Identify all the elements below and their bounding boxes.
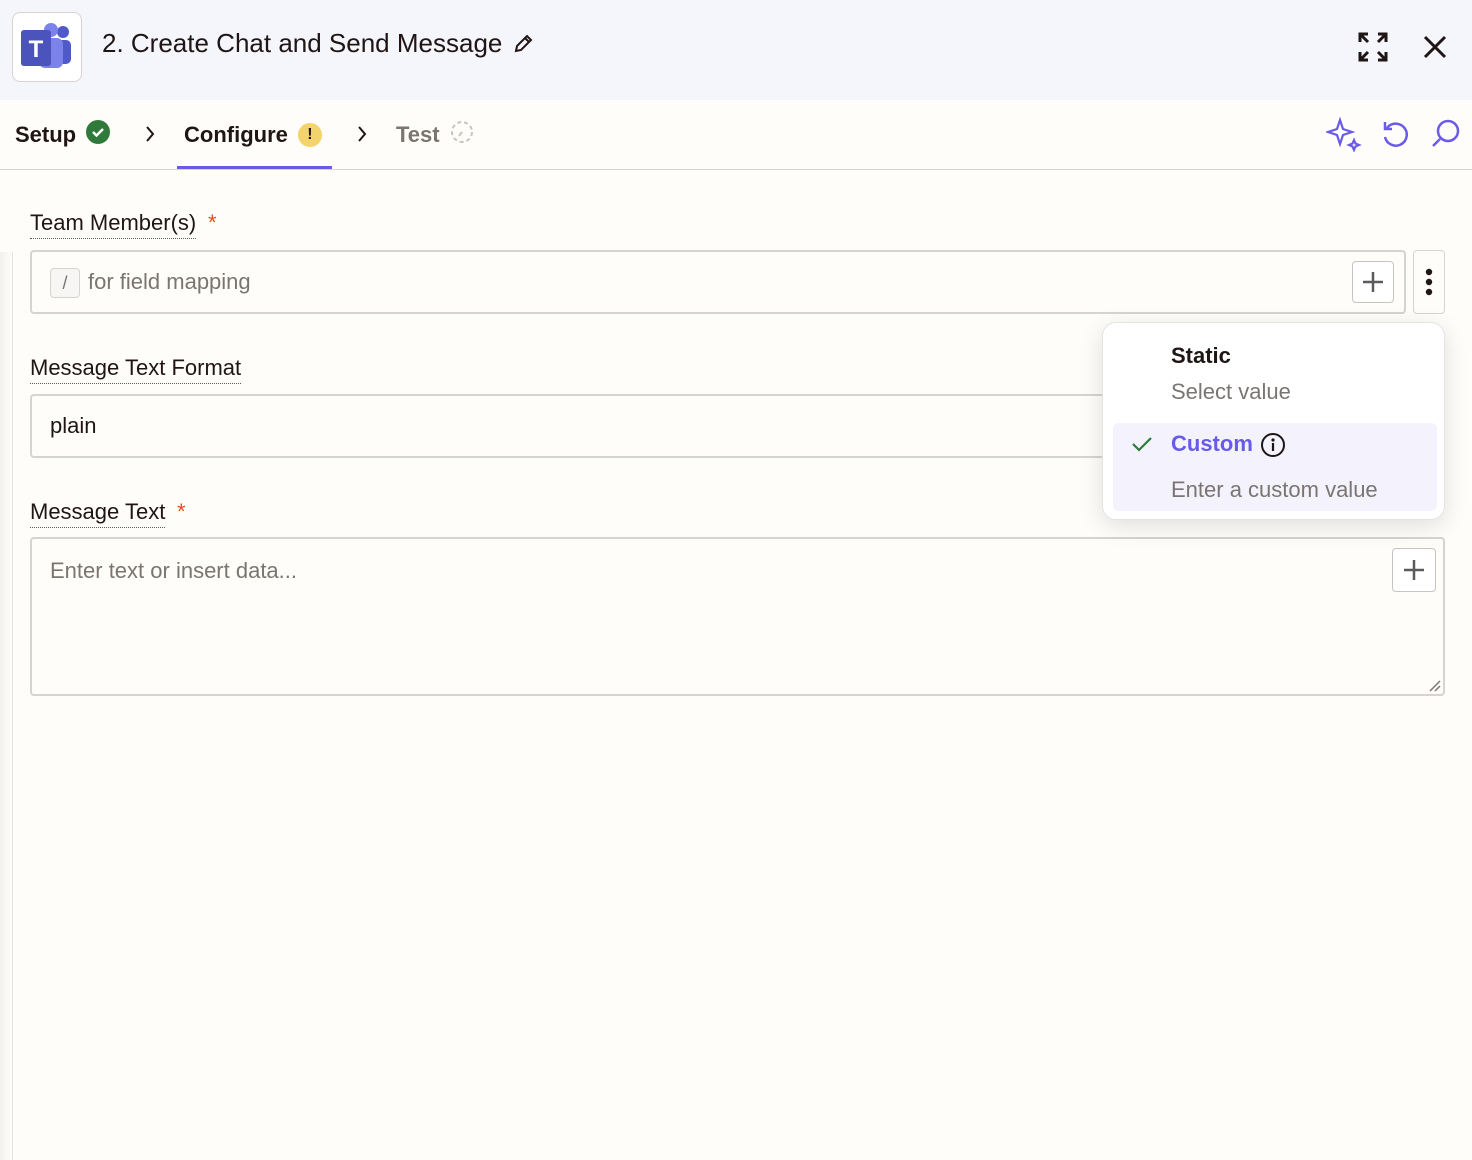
step-title-group: 2. Create Chat and Send Message xyxy=(102,28,534,59)
plus-icon xyxy=(1404,560,1424,580)
left-rail xyxy=(0,252,13,1160)
required-marker: * xyxy=(177,499,186,524)
sparkle-icon[interactable] xyxy=(1326,116,1362,152)
svg-text:T: T xyxy=(29,36,44,63)
team-members-label: Team Member(s) xyxy=(30,210,197,239)
option-static-title: Static xyxy=(1171,343,1231,368)
more-vertical-icon xyxy=(1425,268,1433,296)
insert-data-button[interactable] xyxy=(1392,548,1436,592)
option-custom-subtitle: Enter a custom value xyxy=(1171,477,1378,502)
edit-pencil-icon[interactable] xyxy=(512,33,534,55)
team-members-placeholder: for field mapping xyxy=(88,269,251,294)
menu-option-static[interactable]: Static Select value xyxy=(1103,323,1444,421)
message-format-label: Message Text Format xyxy=(30,355,242,384)
tab-test-label: Test xyxy=(396,121,440,147)
step-tabs: Setup Configure ! Test xyxy=(0,100,1472,170)
message-text-area[interactable]: Enter text or insert data... xyxy=(30,537,1445,696)
step-header: T 2. Create Chat and Send Message xyxy=(0,0,1472,100)
resize-handle-icon[interactable] xyxy=(1427,678,1441,692)
tab-test[interactable]: Test xyxy=(396,100,474,169)
search-icon[interactable] xyxy=(1428,116,1464,152)
checkmark-icon xyxy=(1132,437,1152,452)
step-title: 2. Create Chat and Send Message xyxy=(102,28,503,58)
tab-setup[interactable]: Setup xyxy=(15,100,111,169)
option-static-subtitle: Select value xyxy=(1171,379,1291,404)
insert-data-button[interactable] xyxy=(1352,261,1394,303)
warning-badge-icon: ! xyxy=(297,122,322,147)
message-text-placeholder: Enter text or insert data... xyxy=(50,558,298,583)
tab-configure-label: Configure xyxy=(184,121,288,147)
undo-icon[interactable] xyxy=(1377,116,1413,152)
field-options-button[interactable] xyxy=(1413,250,1445,314)
pending-clock-icon xyxy=(450,120,474,150)
message-format-field[interactable]: plain xyxy=(30,394,1130,458)
value-type-menu: Static Select value Custom Enter a custo… xyxy=(1102,322,1445,520)
expand-icon[interactable] xyxy=(1356,30,1390,64)
plus-icon xyxy=(1363,272,1383,292)
required-marker: * xyxy=(208,210,217,235)
close-icon[interactable] xyxy=(1418,30,1452,64)
tab-configure[interactable]: Configure ! xyxy=(177,100,332,169)
slash-key-hint: / xyxy=(50,268,80,298)
team-members-field[interactable]: / for field mapping xyxy=(30,250,1406,314)
chevron-right-icon xyxy=(146,126,155,142)
info-icon[interactable] xyxy=(1260,432,1286,463)
option-custom-title: Custom xyxy=(1171,431,1253,456)
message-format-value: plain xyxy=(50,413,97,438)
check-circle-icon xyxy=(86,119,111,150)
tab-setup-label: Setup xyxy=(15,121,77,147)
chevron-right-icon xyxy=(358,126,367,142)
message-text-label: Message Text xyxy=(30,499,166,528)
teams-logo-icon: T xyxy=(12,12,82,82)
